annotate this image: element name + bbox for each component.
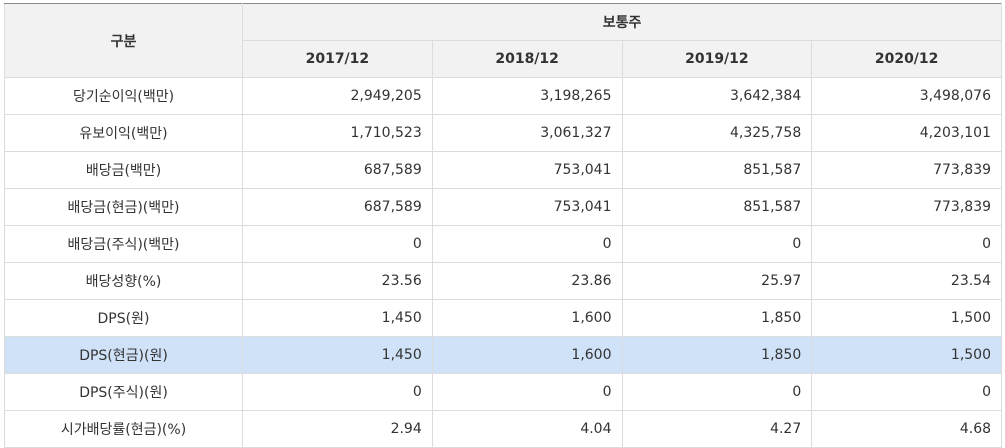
table-row[interactable]: 당기순이익(백만) 2,949,205 3,198,265 3,642,384 3,49… — [4, 77, 1003, 115]
value-cell: 4.04 — [431, 410, 623, 448]
value-cell: 1,450 — [242, 299, 433, 337]
value-cell: 1,450 — [242, 336, 433, 374]
value-cell: 0 — [621, 373, 813, 411]
value-cell: 851,587 — [621, 151, 813, 189]
row-label: 시가배당률(현금)(%) — [4, 410, 243, 448]
row-label: 배당성향(%) — [4, 262, 243, 300]
value-cell: 3,061,327 — [431, 114, 623, 152]
value-cell: 3,198,265 — [431, 77, 623, 115]
value-cell: 3,498,076 — [811, 77, 1003, 115]
table-row[interactable]: 배당금(백만) 687,589 753,041 851,587 773,839 — [4, 151, 1003, 189]
table-row[interactable]: DPS(주식)(원) 0 0 0 0 — [4, 373, 1003, 411]
value-cell: 4.27 — [621, 410, 813, 448]
category-header: 구분 — [4, 3, 243, 78]
value-cell: 23.54 — [811, 262, 1003, 300]
table-row[interactable]: DPS(원) 1,450 1,600 1,850 1,500 — [4, 299, 1003, 337]
value-cell: 1,710,523 — [242, 114, 433, 152]
row-label: 배당금(백만) — [4, 151, 243, 189]
value-cell: 773,839 — [811, 188, 1003, 226]
value-cell: 773,839 — [811, 151, 1003, 189]
value-cell: 23.86 — [431, 262, 623, 300]
value-cell: 1,500 — [811, 336, 1003, 374]
value-cell: 851,587 — [621, 188, 813, 226]
value-cell: 4.68 — [811, 410, 1003, 448]
group-header: 보통주 — [241, 3, 1003, 41]
year-header: 2017/12 — [242, 40, 433, 78]
value-cell: 23.56 — [242, 262, 433, 300]
value-cell: 0 — [242, 225, 433, 263]
value-cell: 1,850 — [621, 299, 813, 337]
value-cell: 3,642,384 — [621, 77, 813, 115]
value-cell: 687,589 — [242, 151, 433, 189]
row-label: 유보이익(백만) — [4, 114, 243, 152]
table-row[interactable]: 시가배당률(현금)(%) 2.94 4.04 4.27 4.68 — [4, 410, 1003, 448]
table-row[interactable]: 배당금(주식)(백만) 0 0 0 0 — [4, 225, 1003, 263]
row-label: 배당금(현금)(백만) — [4, 188, 243, 226]
value-cell: 753,041 — [431, 188, 623, 226]
row-label: DPS(현금)(원) — [4, 336, 243, 374]
value-cell: 0 — [811, 373, 1003, 411]
value-cell: 1,600 — [431, 336, 623, 374]
row-label: DPS(주식)(원) — [4, 373, 243, 411]
value-cell: 4,325,758 — [621, 114, 813, 152]
value-cell: 25.97 — [621, 262, 813, 300]
value-cell: 0 — [811, 225, 1003, 263]
row-label: 배당금(주식)(백만) — [4, 225, 243, 263]
table-row[interactable]: 배당성향(%) 23.56 23.86 25.97 23.54 — [4, 262, 1003, 300]
row-label: 당기순이익(백만) — [4, 77, 243, 115]
value-cell: 1,600 — [431, 299, 623, 337]
dividend-table-panel: 구분 보통주 2017/12 2018/12 2019/12 2020/12 당… — [0, 0, 1005, 448]
value-cell: 2.94 — [242, 410, 433, 448]
value-cell: 753,041 — [431, 151, 623, 189]
value-cell: 1,850 — [621, 336, 813, 374]
value-cell: 2,949,205 — [242, 77, 433, 115]
row-label: DPS(원) — [4, 299, 243, 337]
value-cell: 1,500 — [811, 299, 1003, 337]
value-cell: 0 — [431, 373, 623, 411]
value-cell: 687,589 — [242, 188, 433, 226]
table-row[interactable]: 배당금(현금)(백만) 687,589 753,041 851,587 773,839 — [4, 188, 1003, 226]
value-cell: 4,203,101 — [811, 114, 1003, 152]
dividend-table: 구분 보통주 2017/12 2018/12 2019/12 2020/12 당… — [4, 3, 1003, 448]
table-row[interactable]: DPS(현금)(원) 1,450 1,600 1,850 1,500 — [4, 336, 1003, 374]
value-cell: 0 — [431, 225, 623, 263]
value-cell: 0 — [242, 373, 433, 411]
table-row[interactable]: 유보이익(백만) 1,710,523 3,061,327 4,325,758 4,203… — [4, 114, 1003, 152]
year-header: 2020/12 — [811, 40, 1003, 78]
value-cell: 0 — [621, 225, 813, 263]
year-header: 2019/12 — [621, 40, 813, 78]
year-header: 2018/12 — [431, 40, 623, 78]
